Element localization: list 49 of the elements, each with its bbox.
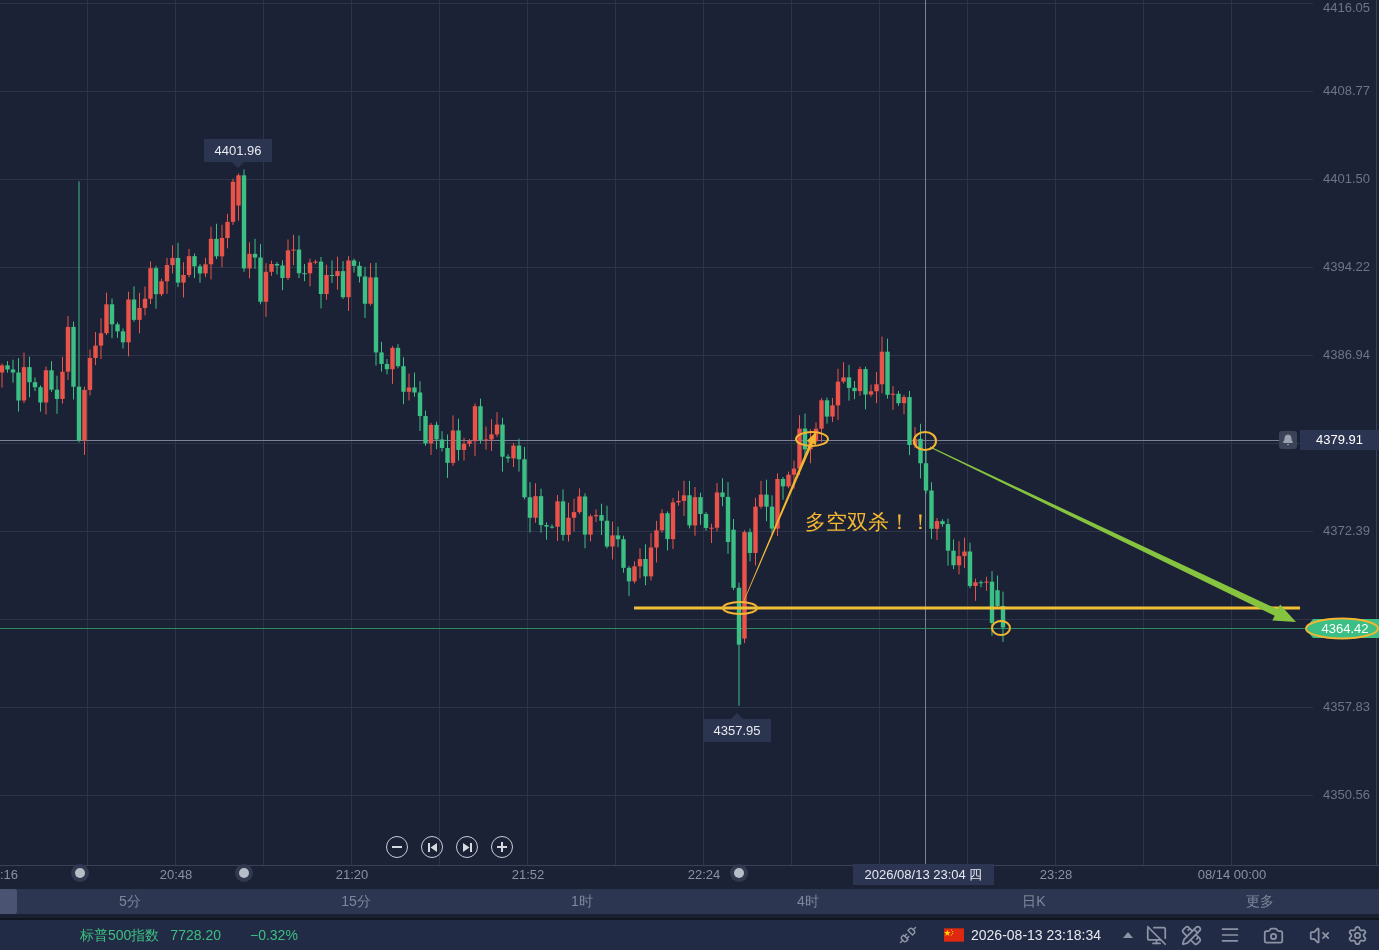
time-tick-label: 08/14 00:00 xyxy=(1197,866,1267,883)
price-tick-label: 4401.50 xyxy=(1323,171,1370,187)
index-price: 7728.20 xyxy=(170,925,221,945)
event-marker-icon[interactable] xyxy=(235,864,253,882)
timeframe-tab[interactable]: 5分 xyxy=(17,889,243,914)
circle-marker xyxy=(795,431,829,447)
bell-icon[interactable] xyxy=(1279,431,1297,449)
price-tick-label: 4386.94 xyxy=(1323,347,1370,363)
unplug-icon[interactable] xyxy=(899,926,917,944)
index-change: −0.32% xyxy=(249,925,298,945)
timeframe-tab[interactable]: 1时 xyxy=(469,889,695,914)
time-tick-label: 21:52 xyxy=(511,866,545,883)
annotation-text: 多空双杀！！ xyxy=(805,509,931,535)
circle-marker xyxy=(722,601,758,615)
event-marker-icon[interactable] xyxy=(71,864,89,882)
caret-up-icon[interactable] xyxy=(1123,932,1133,938)
lines-icon[interactable] xyxy=(1220,925,1240,945)
time-tick-label: :16 xyxy=(0,866,19,883)
price-tick-label: 4372.39 xyxy=(1323,523,1370,539)
price-tick-label: 4408.77 xyxy=(1323,83,1370,99)
price-tick-label: 4357.83 xyxy=(1323,699,1370,715)
timeframe-tab[interactable]: 4时 xyxy=(695,889,921,914)
skip-forward-icon xyxy=(462,842,472,852)
low-price-tooltip: 4357.95 xyxy=(703,713,771,742)
crosshair-price-label: 4379.91 xyxy=(1300,430,1379,450)
plus-icon xyxy=(497,842,507,852)
time-tick-label: 22:24 xyxy=(687,866,721,883)
skip-back-icon xyxy=(427,842,437,852)
circle-marker xyxy=(991,620,1011,636)
circle-marker xyxy=(913,431,937,451)
timeframe-tab[interactable]: 更多 xyxy=(1147,889,1373,914)
time-tick-label: 23:28 xyxy=(1039,866,1073,883)
screen-off-icon[interactable] xyxy=(1146,924,1167,946)
time-tick-label: 21:20 xyxy=(335,866,369,883)
high-price-tooltip: 4401.96 xyxy=(204,139,272,168)
timeframe-tab[interactable]: 日K xyxy=(921,889,1147,914)
minus-icon xyxy=(392,846,402,848)
clock-text: 2026-08-13 23:18:34 xyxy=(971,925,1101,945)
flag-icon xyxy=(944,928,964,942)
price-tick-label: 4350.56 xyxy=(1323,787,1370,803)
time-tick-label: 20:48 xyxy=(159,866,193,883)
settings-icon[interactable] xyxy=(1347,924,1368,946)
crosshair-time-label: 2026/08/13 23:04 四 xyxy=(853,864,994,885)
timeframe-tab[interactable]: 15分 xyxy=(243,889,469,914)
pencil-ruler-icon[interactable] xyxy=(1181,924,1202,946)
price-tick-label: 4394.22 xyxy=(1323,259,1370,275)
index-name: 标普500指数 xyxy=(80,925,160,945)
price-tick-label: 4416.05 xyxy=(1323,0,1370,16)
event-marker-icon[interactable] xyxy=(730,864,748,882)
